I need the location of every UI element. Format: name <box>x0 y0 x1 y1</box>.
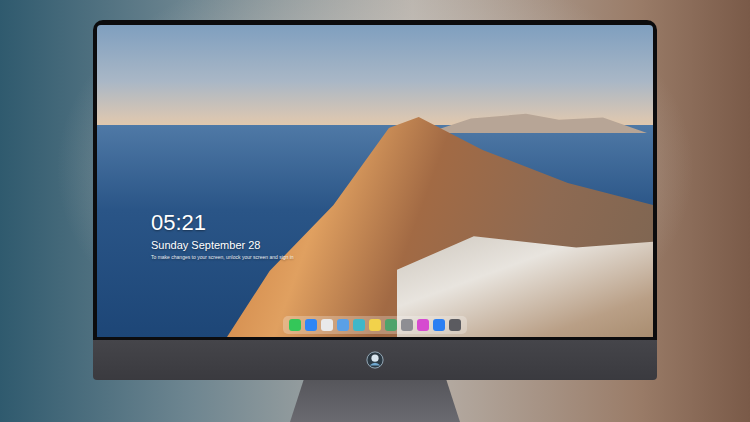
dock-app-icon[interactable] <box>449 319 461 331</box>
lock-screen-info: 05:21 Sunday September 28 To make changes … <box>151 210 294 261</box>
dock-app-icon[interactable] <box>417 319 429 331</box>
clock-date: Sunday September 28 <box>151 238 294 252</box>
lock-message: To make changes to your screen, unlock y… <box>151 254 294 261</box>
far-island <box>427 109 647 133</box>
dock-app-icon[interactable] <box>385 319 397 331</box>
dock-app-icon[interactable] <box>305 319 317 331</box>
dock <box>283 316 467 334</box>
dock-app-icon[interactable] <box>401 319 413 331</box>
monitor-stand <box>290 380 460 422</box>
dock-app-icon[interactable] <box>321 319 333 331</box>
monitor-bezel: 05:21 Sunday September 28 To make changes … <box>93 20 657 340</box>
clock-time: 05:21 <box>151 210 294 236</box>
monitor: 05:21 Sunday September 28 To make changes … <box>93 20 657 422</box>
desktop-background: 05:21 Sunday September 28 To make changes … <box>0 0 750 422</box>
brand-logo-icon <box>366 351 384 369</box>
screen: 05:21 Sunday September 28 To make changes … <box>97 25 653 337</box>
dock-app-icon[interactable] <box>353 319 365 331</box>
dock-app-icon[interactable] <box>369 319 381 331</box>
dock-app-icon[interactable] <box>337 319 349 331</box>
monitor-chin <box>93 340 657 380</box>
dock-app-icon[interactable] <box>433 319 445 331</box>
wallpaper-photo <box>97 25 653 337</box>
dock-app-icon[interactable] <box>289 319 301 331</box>
